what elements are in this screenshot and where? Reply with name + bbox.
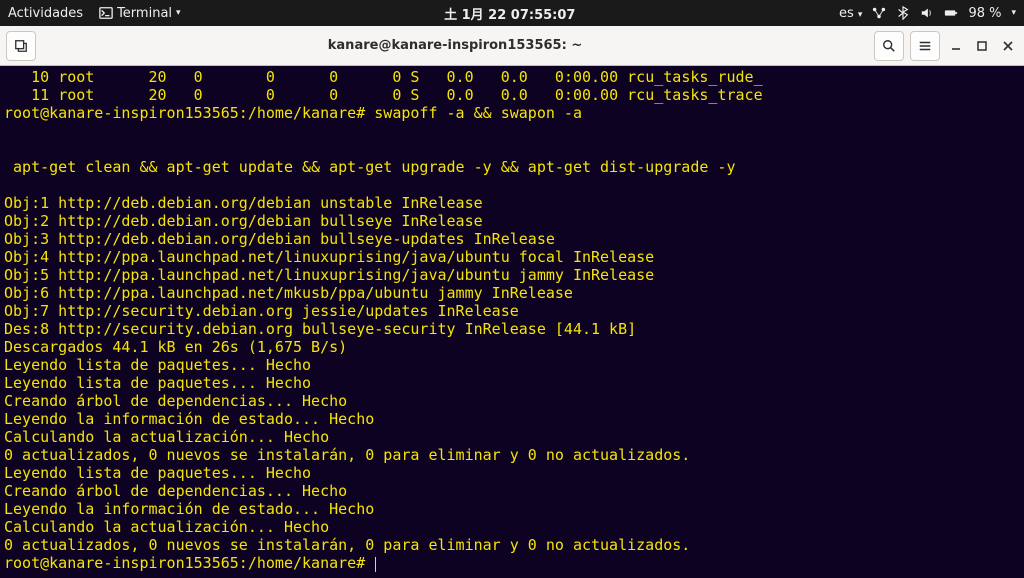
bluetooth-icon [896,6,910,20]
output-line: Calculando la actualización... Hecho [4,428,329,446]
gnome-topbar: Actividades Terminal ▾ 土 1月 22 07:55:07 … [0,0,1024,26]
output-line: 0 actualizados, 0 nuevos se instalarán, … [4,536,690,554]
window-title: kanare@kanare-inspiron153565: ~ [42,38,868,53]
volume-icon [920,6,934,20]
battery-icon [944,6,958,20]
hamburger-menu-button[interactable] [910,31,940,61]
output-line: Obj:3 http://deb.debian.org/debian bulls… [4,230,555,248]
output-line: Obj:6 http://ppa.launchpad.net/mkusb/ppa… [4,284,573,302]
app-menu-label: Terminal [117,6,172,21]
output-line: 0 actualizados, 0 nuevos se instalarán, … [4,446,690,464]
keyboard-layout-indicator[interactable]: es ▾ [839,6,862,21]
output-line: Descargados 44.1 kB en 26s (1,675 B/s) [4,338,347,356]
maximize-button[interactable] [972,36,992,56]
clock[interactable]: 土 1月 22 07:55:07 [181,4,839,23]
close-button[interactable] [998,36,1018,56]
new-tab-button[interactable] [6,31,36,61]
minimize-icon [950,40,962,52]
output-line: Obj:2 http://deb.debian.org/debian bulls… [4,212,483,230]
app-menu[interactable]: Terminal ▾ [99,6,180,21]
output-line: Leyendo la información de estado... Hech… [4,410,374,428]
prompt-line: root@kanare-inspiron153565:/home/kanare# [4,554,376,572]
ps-row: 11 root 20 0 0 0 0 S 0.0 0.0 0:00.00 rcu… [4,86,763,104]
output-line: Des:8 http://security.debian.org bullsey… [4,320,636,338]
search-button[interactable] [874,31,904,61]
system-status-area[interactable]: es ▾ 98 % ▾ [839,6,1016,21]
prompt-line: root@kanare-inspiron153565:/home/kanare#… [4,104,582,122]
activities-button[interactable]: Actividades [8,6,83,21]
output-line: Obj:5 http://ppa.launchpad.net/linuxupri… [4,266,654,284]
output-line: Leyendo lista de paquetes... Hecho [4,356,311,374]
network-icon [872,6,886,20]
output-line: Leyendo lista de paquetes... Hecho [4,464,311,482]
minimize-button[interactable] [946,36,966,56]
output-line: Calculando la actualización... Hecho [4,518,329,536]
hamburger-icon [918,39,932,53]
terminal-output[interactable]: 10 root 20 0 0 0 0 S 0.0 0.0 0:00.00 rcu… [0,66,1024,578]
output-line: Leyendo la información de estado... Hech… [4,500,374,518]
cursor [375,557,376,572]
search-icon [882,39,896,53]
output-line: Leyendo lista de paquetes... Hecho [4,374,311,392]
maximize-icon [976,40,988,52]
new-tab-icon [14,39,28,53]
output-line: Creando árbol de dependencias... Hecho [4,392,347,410]
window-titlebar: kanare@kanare-inspiron153565: ~ [0,26,1024,66]
battery-percent: 98 % [968,6,1001,21]
output-line: Creando árbol de dependencias... Hecho [4,482,347,500]
output-line: Obj:7 http://security.debian.org jessie/… [4,302,519,320]
ps-row: 10 root 20 0 0 0 0 S 0.0 0.0 0:00.00 rcu… [4,68,763,86]
command-line: apt-get clean && apt-get update && apt-g… [4,158,736,176]
chevron-down-icon: ▾ [1011,8,1016,18]
output-line: Obj:4 http://ppa.launchpad.net/linuxupri… [4,248,654,266]
output-line: Obj:1 http://deb.debian.org/debian unsta… [4,194,483,212]
terminal-icon [99,6,113,20]
close-icon [1002,40,1014,52]
